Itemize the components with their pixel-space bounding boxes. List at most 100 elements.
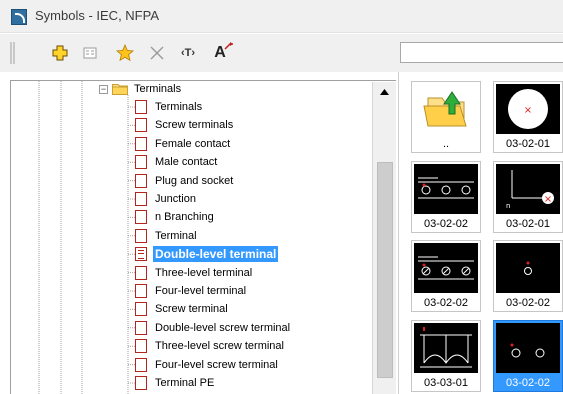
symbol-tile[interactable]: 03-02-02 [411,161,481,233]
tree-item[interactable]: Terminal PE [135,374,216,392]
tree-item-label: Four-level screw terminal [155,358,278,371]
symbol-page-icon [135,192,147,206]
symbol-preview: × [496,84,560,134]
symbol-tile[interactable]: × n 03-02-01 [493,161,563,233]
tree-item-label: Four-level terminal [155,285,247,297]
tree-item-label: Three-level terminal [155,266,253,279]
properties-button[interactable] [78,42,102,64]
symbol-page-icon [135,339,147,354]
font-button[interactable]: A [208,42,234,64]
arrow-up-icon [380,89,389,95]
symbol-preview [496,243,560,293]
symbol-preview [496,323,560,373]
svg-text:×: × [524,105,532,116]
folder-open-icon [112,83,128,95]
delete-button[interactable] [145,42,169,64]
tree-item[interactable]: Screw terminals [135,116,235,134]
scroll-up-button[interactable] [376,84,393,100]
star-icon [116,44,134,62]
symbol-tile[interactable]: × 03-02-01 [493,81,563,153]
symbol-page-icon [135,228,147,243]
tile-caption: 03-02-02 [423,218,469,230]
collapse-toggle-icon[interactable]: − [99,84,108,94]
tree-item[interactable]: Junction [135,190,198,208]
tree-item-label: Double-level screw terminal [155,321,291,334]
properties-icon [83,47,97,59]
symbol-tile[interactable]: 03-02-02 [411,240,481,312]
tree-item-label: Double-level terminal [153,246,279,263]
tree-item[interactable]: Plug and socket [135,172,235,190]
symbol-preview: × n [496,164,560,214]
tree-item[interactable]: Three-level terminal [135,264,254,282]
app-icon [11,9,27,25]
tree-item[interactable]: Double-level screw terminal [135,319,292,337]
title-bar: Symbols - IEC, NFPA [0,0,563,33]
tree-item-label: Plug and socket [155,174,234,187]
toolbar-grip[interactable] [10,42,15,64]
symbol-doc-icon [135,247,147,262]
tree-item[interactable]: Four-level screw terminal [135,356,280,374]
symbol-preview [414,243,478,293]
tree-item-label: Three-level screw terminal [155,340,284,353]
tile-caption: 03-02-02 [423,297,469,309]
tree-item[interactable]: Screw terminal [135,300,230,318]
tree-item-label: Terminal PE [155,377,215,389]
symbol-tile[interactable]: 03-03-01 [411,320,481,392]
tree-item-label: Terminals [155,101,203,113]
scroll-thumb[interactable] [377,162,393,378]
symbol-preview [414,323,478,373]
tree-folder-terminals[interactable]: − Terminals [99,81,183,98]
parent-folder-tile[interactable]: .. [411,81,481,153]
symbol-page-icon [135,136,147,151]
tile-caption: 03-03-01 [423,377,469,389]
tile-caption: 03-02-02 [505,297,551,309]
svg-text:n: n [506,202,510,210]
symbol-tile[interactable]: 03-02-02 [493,320,563,392]
tree-folder-label: Terminals [134,83,182,95]
plus-icon [52,45,68,61]
tree-item-label: Male contact [155,156,218,169]
tree-item-label: Screw terminal [155,303,228,316]
add-button[interactable] [48,42,72,64]
symbol-page-icon [135,302,147,317]
symbol-page-icon [135,100,147,114]
tree-item[interactable]: n Branching [135,208,216,226]
tile-caption: .. [442,138,450,150]
symbol-tile[interactable]: 03-02-02 [493,240,563,312]
tree-item[interactable]: Male contact [135,153,219,171]
symbol-page-icon [135,118,147,133]
tree-item[interactable]: Three-level screw terminal [135,337,286,355]
tile-caption: 03-02-01 [505,138,551,150]
window-title: Symbols - IEC, NFPA [35,8,160,23]
tile-caption: 03-02-01 [505,218,551,230]
symbol-page-icon [135,320,147,335]
symbol-page-icon [135,173,147,188]
tree-item[interactable]: Double-level terminal [135,245,279,263]
tree-scrollbar[interactable] [372,82,396,394]
tree-item[interactable]: Four-level terminal [135,282,248,300]
text-cursor-icon: ‹T› [180,47,196,59]
font-icon: A [214,42,234,61]
folder-up-icon [414,84,478,134]
text-button[interactable]: ‹T› [176,42,200,64]
tree-item-label: Junction [155,193,196,205]
symbol-page-icon [135,265,147,280]
x-icon [150,46,164,60]
favorite-button[interactable] [113,42,137,64]
tree-item[interactable]: Terminals [135,98,204,116]
search-input[interactable] [400,42,563,63]
tree-item-label: n Branching [155,211,214,224]
tree-item-label: Terminal [155,229,197,242]
symbol-tree[interactable]: − Terminals Terminals Screw terminals Fema… [10,80,396,394]
symbol-page-icon [135,376,147,390]
symbol-page-icon [135,155,147,170]
tile-caption: 03-02-02 [505,377,551,389]
tree-item-label: Screw terminals [155,119,234,132]
tree-item-label: Female contact [155,137,231,150]
symbol-grid[interactable]: .. × 03-02-01 03-02-02 × n 03-02-01 03-02-02 03-… [398,72,563,394]
symbol-page-icon [135,210,147,225]
symbol-page-icon [135,357,147,372]
svg-text:×: × [544,194,552,205]
tree-item[interactable]: Female contact [135,135,232,153]
tree-item[interactable]: Terminal [135,227,199,245]
